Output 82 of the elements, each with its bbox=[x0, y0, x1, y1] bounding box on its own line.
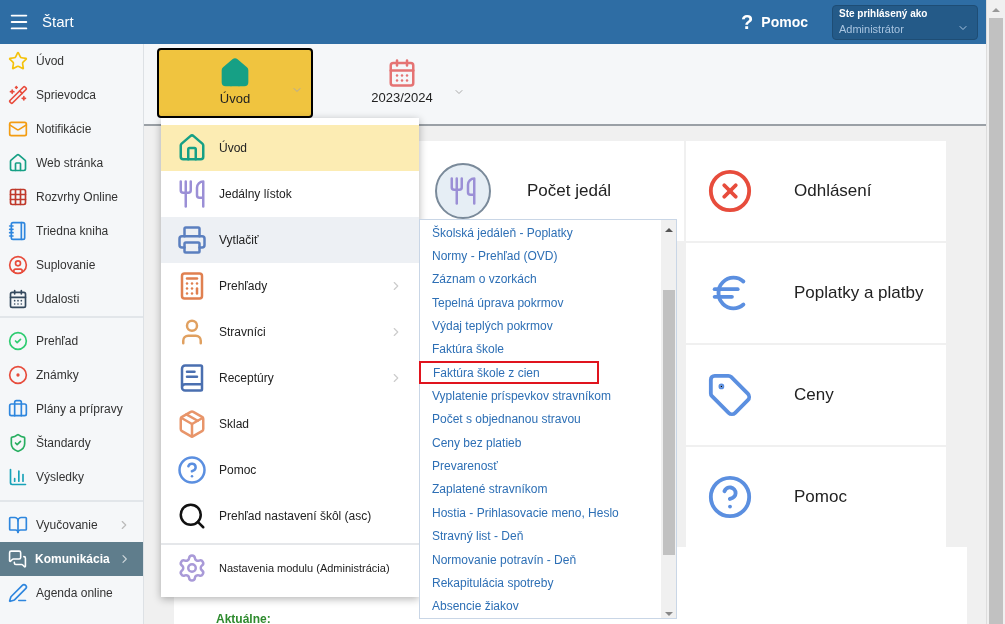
pencil-icon bbox=[8, 583, 28, 603]
submenu-item[interactable]: Stravný list - Deň bbox=[420, 524, 661, 548]
sidebar-item[interactable]: Suplovanie bbox=[0, 248, 143, 282]
tile[interactable]: Ceny bbox=[686, 345, 946, 445]
submenu-item[interactable]: Tepelná úprava pokrmov bbox=[420, 291, 661, 315]
menu-item[interactable]: Stravníci bbox=[161, 309, 419, 355]
scroll-down-icon bbox=[664, 612, 673, 616]
sidebar-item[interactable]: Výsledky bbox=[0, 460, 143, 494]
search-icon bbox=[177, 501, 207, 531]
menu-item[interactable]: Nastavenia modulu (Administrácia) bbox=[161, 545, 419, 591]
cutlery-icon bbox=[435, 163, 491, 219]
open-book-icon bbox=[8, 515, 28, 535]
menu-item[interactable]: Receptúry bbox=[161, 355, 419, 401]
scroll-up-icon bbox=[664, 228, 673, 232]
person-icon bbox=[8, 255, 28, 275]
sidebar-item[interactable]: Úvod bbox=[0, 44, 143, 78]
envelope-icon bbox=[8, 119, 28, 139]
menu-item[interactable]: Prehľady bbox=[161, 263, 419, 309]
sidebar-item[interactable]: Notifikácie bbox=[0, 112, 143, 146]
sidebar-item[interactable]: Triedna kniha bbox=[0, 214, 143, 248]
scroll-thumb[interactable] bbox=[662, 289, 675, 555]
submenu-item[interactable]: Počet s objednanou stravou bbox=[420, 407, 661, 432]
menu-item[interactable]: Pomoc bbox=[161, 447, 419, 493]
printer-icon bbox=[177, 225, 207, 255]
scroll-thumb[interactable] bbox=[989, 18, 1003, 624]
submenu-item[interactable]: Hostia - Prihlasovacie meno, Heslo bbox=[420, 501, 661, 525]
sidebar-item[interactable]: Známky bbox=[0, 358, 143, 392]
sidebar-item[interactable]: Prehľad bbox=[0, 324, 143, 358]
check-icon bbox=[8, 331, 28, 351]
sidebar-item[interactable]: Vyučovanie bbox=[0, 508, 143, 542]
chat-icon bbox=[8, 549, 27, 569]
calendar-icon bbox=[8, 289, 28, 309]
menu-item[interactable]: Úvod bbox=[161, 125, 419, 171]
submenu-item[interactable]: Výdaj teplých pokrmov bbox=[420, 314, 661, 338]
scroll-up-icon bbox=[992, 8, 1000, 12]
page-title: Štart bbox=[42, 11, 74, 32]
cutlery-icon bbox=[177, 179, 207, 209]
menu-item[interactable]: Vytlačiť bbox=[161, 217, 419, 263]
submenu-item[interactable]: Zaplatené stravníkom bbox=[420, 477, 661, 502]
submenu-item[interactable]: Faktúra škole bbox=[420, 337, 661, 362]
menu-item[interactable]: Jedálny lístok bbox=[161, 171, 419, 217]
year-selector[interactable]: 2023/2024 bbox=[337, 48, 467, 118]
news-title: Aktuálne: bbox=[216, 612, 271, 624]
help-link[interactable]: ? Pomoc bbox=[741, 7, 808, 37]
sidebar-item[interactable]: Udalosti bbox=[0, 282, 143, 316]
house-icon bbox=[177, 133, 207, 163]
scrollbar[interactable] bbox=[661, 220, 676, 618]
submenu-item[interactable]: Normovanie potravín - Deň bbox=[420, 547, 661, 572]
user-dropdown[interactable]: Ste prihlásený ako Administrátor bbox=[832, 4, 978, 40]
house-icon bbox=[8, 153, 28, 173]
menu-item[interactable]: Prehľad nastavení škôl (asc) bbox=[161, 493, 419, 539]
star-icon bbox=[8, 51, 28, 71]
submenu-item[interactable]: Záznam o vzorkách bbox=[420, 267, 661, 292]
tile[interactable]: Pomoc bbox=[686, 447, 946, 547]
sidebar-item[interactable]: Komunikácia bbox=[0, 542, 143, 576]
shield-icon bbox=[8, 433, 28, 453]
sidebar-item[interactable]: Agenda online bbox=[0, 576, 143, 610]
menu-item[interactable]: Sklad bbox=[161, 401, 419, 447]
gear-icon bbox=[177, 553, 207, 583]
tile[interactable]: Poplatky a platby bbox=[686, 243, 946, 343]
timetable-icon bbox=[8, 187, 28, 207]
submenu-item[interactable]: Vyplatenie príspevkov stravníkom bbox=[420, 384, 661, 408]
submenu-item[interactable]: Absencie žiakov bbox=[420, 594, 661, 618]
sidebar-item[interactable]: Sprievodca bbox=[0, 78, 143, 112]
module-button[interactable]: Úvod bbox=[157, 48, 313, 118]
sidebar-item[interactable]: Plány a prípravy bbox=[0, 392, 143, 426]
sidebar-item[interactable]: Štandardy bbox=[0, 426, 143, 460]
page-scrollbar[interactable] bbox=[986, 0, 1005, 624]
notebook-icon bbox=[8, 221, 28, 241]
briefcase-icon bbox=[8, 399, 28, 419]
bar-chart-icon bbox=[8, 467, 28, 487]
submenu-item[interactable]: Prevarenosť bbox=[420, 454, 661, 478]
magic-wand-icon bbox=[8, 85, 28, 105]
sidebar-item[interactable]: Rozvrhy Online bbox=[0, 180, 143, 214]
calendar-icon bbox=[387, 58, 417, 89]
submenu-item[interactable]: Faktúra škole z cien bbox=[419, 361, 599, 385]
submenu-item[interactable]: Ceny bez platieb bbox=[420, 431, 661, 455]
submenu-item[interactable]: Rekapitulácia spotreby bbox=[420, 571, 661, 595]
tile[interactable]: Odhlásení bbox=[686, 141, 946, 241]
submenu-item[interactable]: Normy - Prehľad (OVD) bbox=[420, 244, 661, 268]
help-icon bbox=[177, 455, 207, 485]
sidebar-item[interactable]: Web stránka bbox=[0, 146, 143, 180]
